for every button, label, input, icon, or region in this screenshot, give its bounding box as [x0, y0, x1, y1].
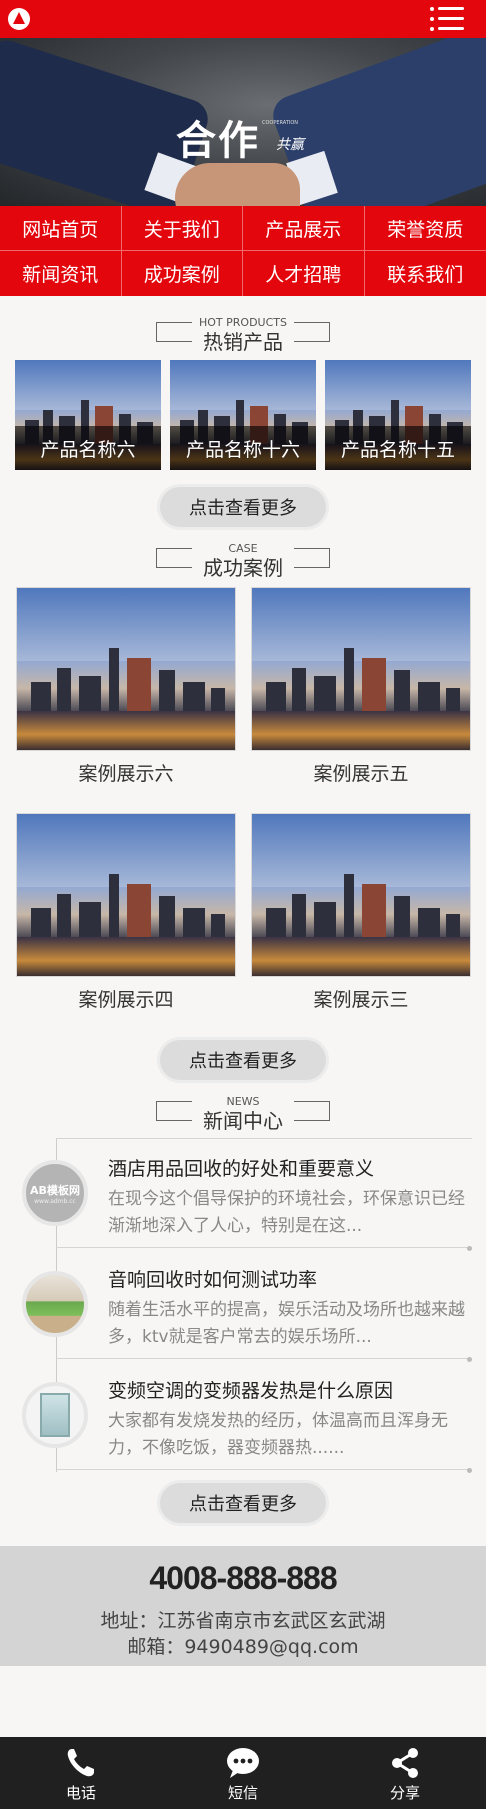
- news-item[interactable]: 音响回收时如何测试功率 随着生活水平的提高，娱乐活动及场所也越来越多，ktv就是…: [0, 1249, 486, 1362]
- case-image: [16, 587, 236, 751]
- case-card[interactable]: 案例展示四: [16, 813, 236, 1011]
- news-section-title: NEWS 新闻中心: [0, 1095, 486, 1133]
- thumbnail-logo-sub: www.admb.cc: [34, 1197, 76, 1205]
- news-summary: 随着生活水平的提高，娱乐活动及场所也越来越多，ktv就是客户常去的娱乐场所...: [108, 1300, 465, 1347]
- email-text: 邮箱：9490489@qq.com: [127, 1636, 359, 1658]
- product-name: 产品名称十五: [325, 426, 471, 470]
- nav-item-about[interactable]: 关于我们: [121, 206, 243, 251]
- case-image: [251, 587, 471, 751]
- phone-icon: [67, 1749, 94, 1777]
- news-item[interactable]: 变频空调的变频器发热是什么原因 大家都有发烧发热的经历，体温高而且浑身无力，不像…: [0, 1360, 486, 1473]
- case-image: [16, 813, 236, 977]
- handshake-image: [175, 163, 300, 206]
- cases-more-button[interactable]: 点击查看更多: [160, 1040, 326, 1080]
- sms-label: 短信: [227, 1784, 258, 1802]
- logo-icon[interactable]: [8, 8, 30, 30]
- share-button[interactable]: 分享: [324, 1737, 486, 1809]
- bottom-action-bar: 电话 短信 分享: [0, 1737, 486, 1809]
- cases-section-title: CASE 成功案例: [0, 542, 486, 580]
- case-name: 案例展示三: [313, 989, 409, 1011]
- product-name: 产品名称十六: [170, 426, 316, 470]
- news-title: 新闻中心: [203, 1109, 283, 1133]
- case-card[interactable]: 案例展示三: [251, 813, 471, 1011]
- share-label: 分享: [389, 1784, 420, 1802]
- product-name: 产品名称六: [15, 426, 161, 470]
- hotline-number[interactable]: 4008-888-888: [0, 1560, 486, 1597]
- news-list: AB模板网 www.admb.cc 酒店用品回收的好处和重要意义 在现今这个倡导…: [0, 1138, 486, 1473]
- news-summary: 在现今这个倡导保护的环境社会，环保意识已经渐渐地深入了人心，特别是在这...: [108, 1189, 465, 1236]
- news-more-button[interactable]: 点击查看更多: [160, 1483, 326, 1523]
- product-card[interactable]: 产品名称六: [15, 360, 161, 470]
- thumbnail-logo-text: AB模板网: [30, 1183, 80, 1197]
- cabinet-image: [40, 1393, 70, 1437]
- main-nav: 网站首页 关于我们 产品展示 荣誉资质 新闻资讯 成功案例 人才招聘 联系我们: [0, 206, 486, 296]
- sms-button[interactable]: 短信: [162, 1737, 324, 1809]
- news-thumbnail: AB模板网 www.admb.cc: [22, 1160, 88, 1226]
- banner-tiny-text: COOPERATION: [262, 120, 299, 126]
- case-card[interactable]: 案例展示六: [16, 587, 236, 785]
- products-more-button[interactable]: 点击查看更多: [160, 487, 326, 527]
- nav-item-cases[interactable]: 成功案例: [122, 251, 243, 296]
- products-title: 热销产品: [203, 330, 283, 354]
- case-card[interactable]: 案例展示五: [251, 587, 471, 785]
- banner-title: 合作: [176, 117, 260, 164]
- products-section-title: HOT PRODUCTS 热销产品: [0, 316, 486, 354]
- top-bar: [0, 0, 486, 38]
- news-title[interactable]: 音响回收时如何测试功率: [108, 1265, 317, 1292]
- news-summary: 大家都有发烧发热的经历，体温高而且浑身无力，不像吃饭，器变频器热......: [108, 1411, 448, 1458]
- message-icon: [227, 1748, 259, 1778]
- nav-item-contact[interactable]: 联系我们: [365, 251, 487, 296]
- product-card[interactable]: 产品名称十五: [325, 360, 471, 470]
- news-title[interactable]: 酒店用品回收的好处和重要意义: [108, 1154, 374, 1181]
- case-name: 案例展示四: [78, 989, 174, 1011]
- case-name: 案例展示六: [78, 763, 174, 785]
- nav-item-jobs[interactable]: 人才招聘: [243, 251, 365, 296]
- page: 合作 COOPERATION 共赢 网站首页 关于我们 产品展示 荣誉资质 新闻…: [0, 0, 486, 1809]
- nav-item-news[interactable]: 新闻资讯: [0, 251, 122, 296]
- nav-item-home[interactable]: 网站首页: [0, 206, 122, 251]
- case-name: 案例展示五: [313, 763, 409, 785]
- banner-subtitle: 共赢: [276, 137, 304, 153]
- share-icon: [392, 1748, 418, 1778]
- news-title[interactable]: 变频空调的变频器发热是什么原因: [108, 1376, 393, 1403]
- news-thumbnail: [22, 1382, 88, 1448]
- call-label: 电话: [65, 1784, 96, 1802]
- news-thumbnail: [22, 1271, 88, 1337]
- case-image: [251, 813, 471, 977]
- cases-title: 成功案例: [203, 556, 283, 580]
- address-text: 地址：江苏省南京市玄武区玄武湖: [100, 1610, 386, 1632]
- hero-banner[interactable]: 合作 COOPERATION 共赢: [0, 38, 486, 206]
- product-card[interactable]: 产品名称十六: [170, 360, 316, 470]
- contact-info: 4008-888-888 地址：江苏省南京市玄武区玄武湖 邮箱：9490489@…: [0, 1546, 486, 1666]
- menu-icon[interactable]: [430, 6, 464, 32]
- nav-item-honors[interactable]: 荣誉资质: [364, 206, 486, 251]
- call-button[interactable]: 电话: [0, 1737, 162, 1809]
- news-item[interactable]: AB模板网 www.admb.cc 酒店用品回收的好处和重要意义 在现今这个倡导…: [0, 1138, 486, 1251]
- nav-item-products[interactable]: 产品展示: [243, 206, 365, 251]
